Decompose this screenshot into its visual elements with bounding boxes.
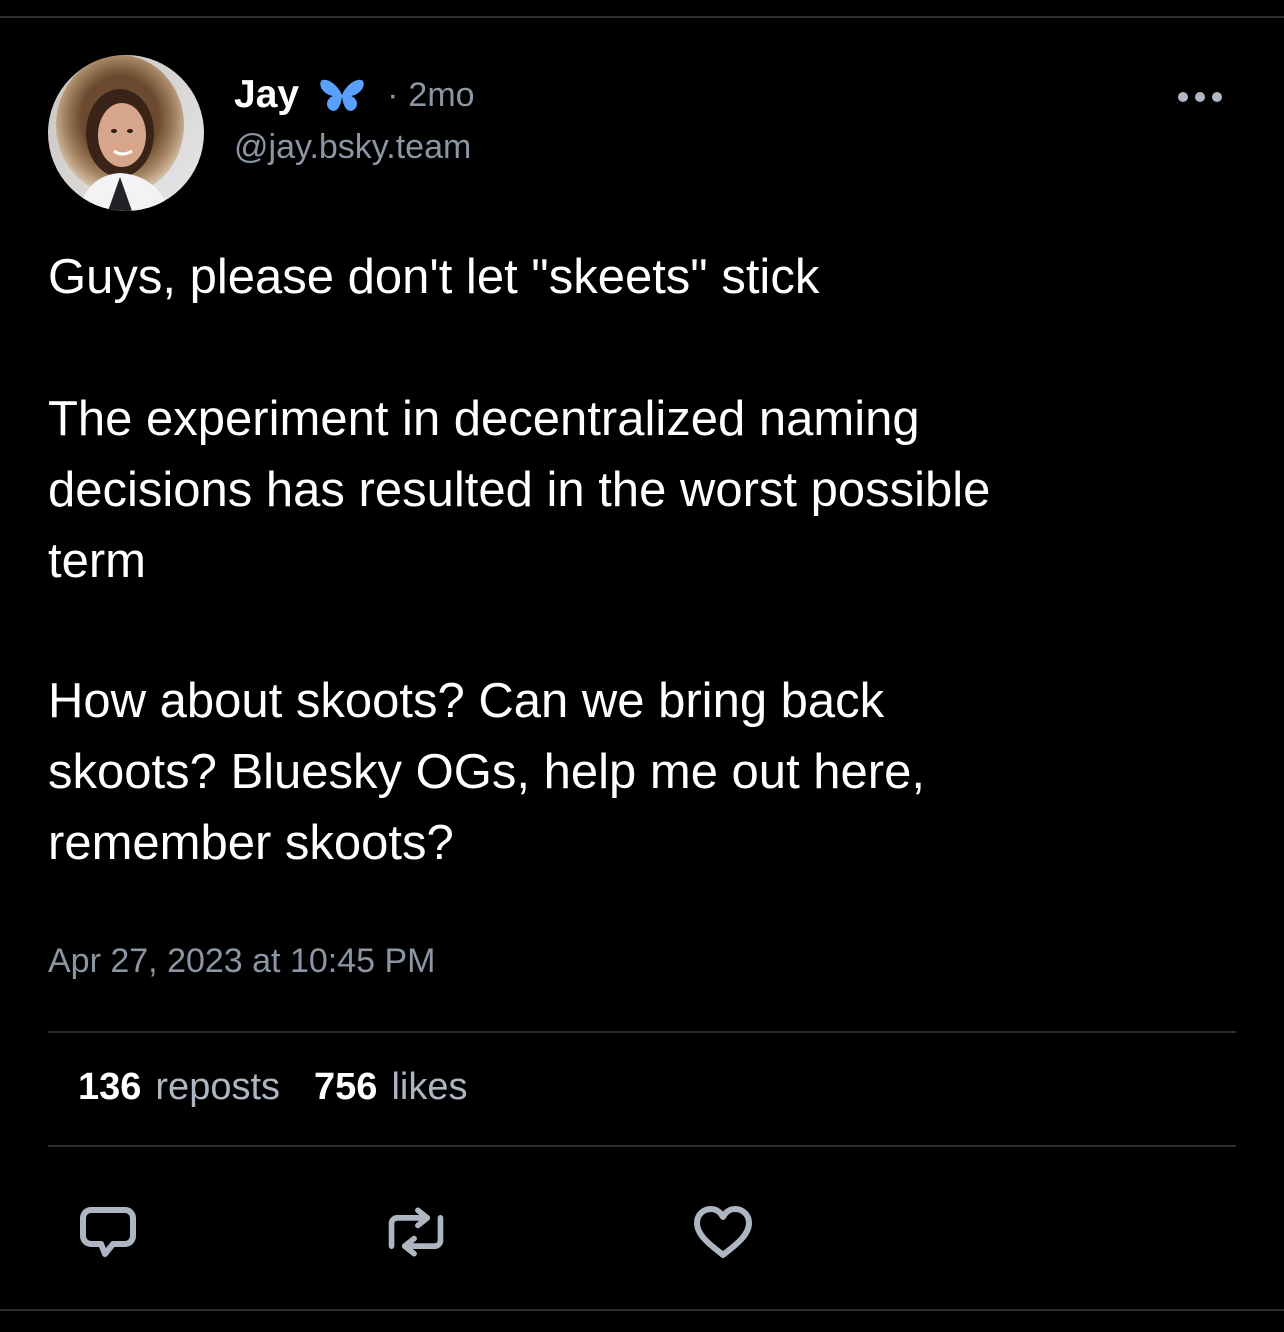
- post-text-line: remember skoots?: [48, 816, 454, 870]
- post-paragraph-3: How about skoots? Can we bring back skoo…: [48, 666, 1228, 879]
- post-age: 2mo: [408, 75, 475, 114]
- repost-button[interactable]: [384, 1200, 448, 1264]
- top-divider: [0, 16, 1284, 18]
- author-display-name[interactable]: Jay: [234, 73, 299, 117]
- likes-count[interactable]: 756: [314, 1066, 377, 1109]
- like-icon: [694, 1206, 752, 1258]
- post-paragraph-2: The experiment in decentralized naming d…: [48, 384, 1228, 597]
- butterfly-icon: [319, 75, 365, 115]
- likes-label[interactable]: likes: [391, 1066, 467, 1109]
- post-text-line: Guys, please don't let "skeets" stick: [48, 250, 820, 304]
- like-button[interactable]: [691, 1200, 755, 1264]
- avatar-image: [48, 55, 204, 211]
- post-paragraph-1: Guys, please don't let "skeets" stick: [48, 242, 1228, 313]
- post-text-line: The experiment in decentralized naming: [48, 392, 920, 446]
- repost-icon: [388, 1207, 444, 1257]
- separator-dot: ·: [387, 75, 399, 114]
- author-handle[interactable]: @jay.bsky.team: [234, 128, 471, 167]
- engagement-stats: 136 reposts 756 likes: [78, 1066, 467, 1109]
- reply-button[interactable]: [76, 1200, 140, 1264]
- post-text-line: skoots? Bluesky OGs, help me out here,: [48, 745, 925, 799]
- avatar[interactable]: [48, 55, 204, 211]
- reply-icon: [80, 1207, 136, 1257]
- bottom-divider: [0, 1309, 1284, 1311]
- author-row: Jay · 2mo: [234, 70, 475, 120]
- post-timestamp: Apr 27, 2023 at 10:45 PM: [48, 942, 436, 980]
- stats-top-divider: [48, 1031, 1236, 1033]
- post-text-line: How about skoots? Can we bring back: [48, 674, 885, 728]
- post-text-line: term: [48, 534, 146, 588]
- post-text-line: decisions has resulted in the worst poss…: [48, 463, 991, 517]
- reposts-label[interactable]: reposts: [155, 1066, 280, 1109]
- stats-bottom-divider: [48, 1145, 1236, 1147]
- more-options-icon[interactable]: [1178, 86, 1222, 108]
- reposts-count[interactable]: 136: [78, 1066, 141, 1109]
